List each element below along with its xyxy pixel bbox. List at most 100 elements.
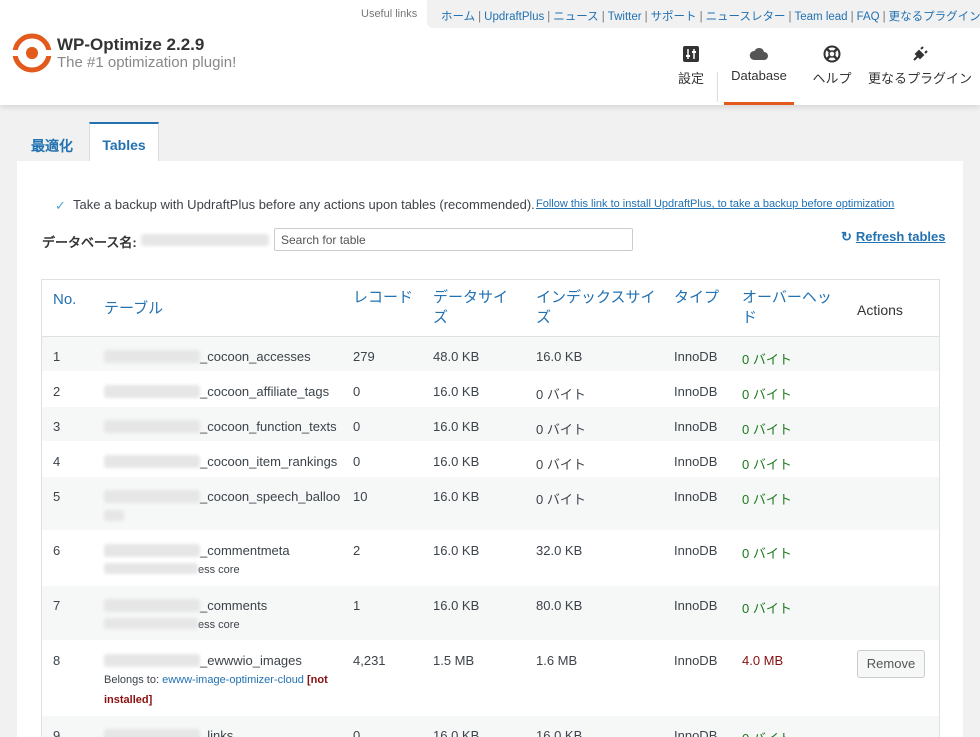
row-overhead: 0 バイト	[742, 422, 792, 437]
tab-help-label: ヘルプ	[812, 71, 852, 86]
link-twitter[interactable]: Twitter	[608, 11, 642, 23]
row-overhead: 0 バイト	[742, 546, 792, 561]
link-faq[interactable]: FAQ	[857, 11, 880, 23]
col-records[interactable]: レコード	[353, 288, 413, 308]
table-row: 1 _cocoon_accesses 279 48.0 KB 16.0 KB I…	[42, 337, 939, 372]
table-row: 5 _cocoon_speech_balloo 10 16.0 KB 0 バイト…	[42, 477, 939, 531]
header: Useful links ホーム | UpdraftPlus | ニュース | Twitte…	[0, 0, 980, 105]
table-row: 9 _links 0 16.0 KB 16.0 KB InnoDB 0 バイト	[42, 716, 939, 737]
row-belongs: ess core	[104, 618, 240, 631]
table-row: 2 _cocoon_affiliate_tags 0 16.0 KB 0 バイト…	[42, 372, 939, 407]
tab-database-label: Database	[731, 68, 787, 83]
tab-more-label: 更なるプラグイン	[867, 71, 972, 86]
row-data-size: 16.0 KB	[433, 598, 480, 613]
link-news[interactable]: ニュース	[553, 11, 598, 23]
row-index-size: 16.0 KB	[536, 349, 583, 364]
tables-list: No. テーブル レコード データサイズ インデックスサイズ タイプ オーバーヘ…	[41, 279, 940, 737]
col-table[interactable]: テーブル	[104, 299, 163, 319]
search-input[interactable]	[274, 228, 633, 251]
tab-more-plugins[interactable]: 更なるプラグイン	[864, 44, 976, 105]
col-index-size[interactable]: インデックスサイズ	[536, 288, 656, 328]
backup-option[interactable]: ✓ Take a backup with UpdraftPlus before a…	[55, 197, 535, 213]
row-records: 2	[353, 543, 361, 558]
lifebuoy-icon	[823, 45, 841, 63]
row-index-size: 16.0 KB	[536, 728, 583, 737]
link-support[interactable]: サポート	[651, 11, 697, 23]
row-data-size: 16.0 KB	[433, 543, 480, 558]
row-type: InnoDB	[674, 454, 718, 469]
row-data-size: 16.0 KB	[433, 489, 480, 504]
link-more-plugins[interactable]: 更なるプラグイン	[889, 11, 980, 23]
row-overhead: 0 バイト	[742, 387, 792, 402]
sliders-icon	[683, 46, 699, 62]
link-newsletter[interactable]: ニュースレター	[706, 11, 786, 23]
row-no: 3	[53, 419, 61, 434]
plugin-link[interactable]: ewww-image-optimizer-cloud	[162, 674, 304, 686]
row-no: 9	[53, 728, 61, 737]
row-table-name: _cocoon_item_rankings	[104, 454, 337, 469]
row-records: 4,231	[353, 653, 386, 668]
row-index-size: 1.6 MB	[536, 653, 578, 668]
row-no: 5	[53, 489, 61, 504]
row-table-name: _cocoon_speech_balloo	[104, 489, 340, 504]
useful-links-bar: ホーム | UpdraftPlus | ニュース | Twitter | サポート | ニュースレタ…	[427, 0, 980, 28]
row-index-size: 32.0 KB	[536, 543, 583, 558]
row-type: InnoDB	[674, 384, 718, 399]
link-home[interactable]: ホーム	[441, 11, 475, 23]
install-updraftplus-link[interactable]: Follow this link to install UpdraftPlus,…	[536, 198, 894, 210]
tab-help[interactable]: ヘルプ	[808, 44, 856, 105]
row-table-name: _cocoon_affiliate_tags	[104, 384, 329, 399]
table-row: 8 _ewwwio_images Belongs to: ewww-image-…	[42, 641, 939, 716]
table-row: 7 _comments ess core 1 16.0 KB 80.0 KB I…	[42, 586, 939, 641]
brand-subtitle: The #1 optimization plugin!	[57, 54, 237, 71]
row-table-name: _ewwwio_images	[104, 653, 302, 668]
col-type[interactable]: タイプ	[674, 288, 719, 308]
row-records: 0	[353, 384, 361, 399]
col-data-size[interactable]: データサイズ	[433, 288, 513, 328]
tab-tables[interactable]: Tables	[89, 122, 159, 162]
row-data-size: 1.5 MB	[433, 653, 475, 668]
row-no: 1	[53, 349, 61, 364]
useful-links-label: Useful links	[361, 8, 418, 20]
row-type: InnoDB	[674, 728, 718, 737]
refresh-icon: ↻	[841, 229, 852, 244]
row-no: 8	[53, 653, 61, 668]
row-data-size: 16.0 KB	[433, 454, 480, 469]
row-index-size: 0 バイト	[536, 492, 586, 507]
row-table-name: _cocoon_function_texts	[104, 419, 337, 434]
col-actions: Actions	[857, 302, 903, 318]
row-index-size: 80.0 KB	[536, 598, 583, 613]
row-belongs: ess core	[104, 563, 240, 576]
row-belongs: Belongs to: ewww-image-optimizer-cloud […	[104, 674, 328, 706]
col-no[interactable]: No.	[53, 290, 76, 310]
row-overhead: 0 バイト	[742, 601, 792, 616]
plug-icon	[913, 46, 928, 61]
row-no: 4	[53, 454, 61, 469]
row-name-continued	[104, 510, 124, 521]
tab-settings[interactable]: 設定	[672, 44, 710, 105]
row-table-name: _comments	[104, 598, 267, 613]
link-team-lead[interactable]: Team lead	[795, 11, 848, 23]
row-table-name: _cocoon_accesses	[104, 349, 311, 364]
remove-button[interactable]: Remove	[857, 650, 925, 678]
row-records: 1	[353, 598, 361, 613]
checkmark-icon[interactable]: ✓	[55, 198, 68, 213]
tab-database[interactable]: Database	[724, 44, 794, 105]
table-row: 6 _commentmeta ess core 2 16.0 KB 32.0 K…	[42, 531, 939, 586]
refresh-tables-link[interactable]: ↻ Refresh tables	[841, 229, 946, 245]
row-no: 2	[53, 384, 61, 399]
row-records: 279	[353, 349, 375, 364]
row-overhead: 0 バイト	[742, 728, 792, 737]
row-overhead: 4.0 MB	[742, 653, 784, 668]
row-table-name: _commentmeta	[104, 543, 290, 558]
row-table-name: _links	[104, 728, 233, 737]
row-no: 6	[53, 543, 61, 558]
row-type: InnoDB	[674, 419, 718, 434]
table-row: 4 _cocoon_item_rankings 0 16.0 KB 0 バイト …	[42, 442, 939, 477]
row-index-size: 0 バイト	[536, 422, 586, 437]
col-overhead[interactable]: オーバーヘッド	[742, 288, 832, 328]
row-no: 7	[53, 598, 61, 613]
tab-optimize[interactable]: 最適化	[20, 122, 84, 162]
link-updraftplus[interactable]: UpdraftPlus	[484, 11, 544, 23]
brand-title: WP-Optimize 2.2.9	[57, 35, 205, 54]
